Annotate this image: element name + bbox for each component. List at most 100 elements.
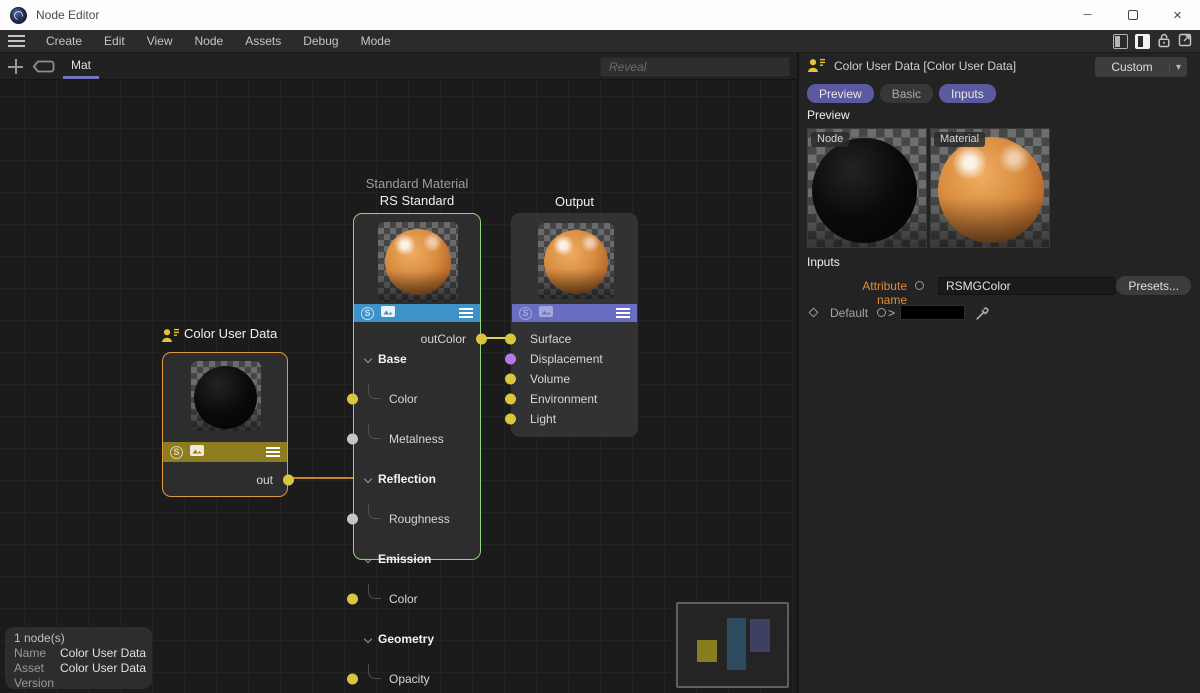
- image-icon[interactable]: [539, 306, 553, 320]
- port-ring-icon[interactable]: [915, 281, 924, 290]
- node-menu-icon[interactable]: [616, 308, 630, 318]
- input-port-environment[interactable]: [505, 394, 516, 405]
- port-label: Color: [389, 392, 418, 406]
- wire-out-to-emission-color[interactable]: [288, 477, 353, 479]
- menu-debug[interactable]: Debug: [292, 31, 349, 51]
- search-input[interactable]: [600, 57, 790, 77]
- tab-bar: Mat: [0, 53, 797, 80]
- node-rs-standard[interactable]: S outColor Base Color Metalness Reflecti…: [353, 213, 481, 560]
- expand-arrow-icon[interactable]: >: [888, 306, 895, 320]
- port-row-displacement: Displacement: [512, 349, 637, 369]
- solo-icon[interactable]: S: [361, 307, 374, 320]
- group-label: Geometry: [378, 632, 434, 646]
- inspector-title: Color User Data [Color User Data]: [834, 59, 1016, 73]
- image-icon[interactable]: [381, 306, 395, 320]
- input-port-roughness[interactable]: [347, 514, 358, 525]
- input-port-opacity[interactable]: [347, 674, 358, 685]
- port-row-out: out: [163, 470, 287, 490]
- node-bar-output: S: [512, 304, 637, 322]
- basic-toggle-button[interactable]: Basic: [880, 84, 933, 103]
- port-label: Environment: [530, 392, 597, 406]
- input-port-surface[interactable]: [505, 334, 516, 345]
- maximize-button[interactable]: [1110, 0, 1155, 30]
- attribute-name-input[interactable]: [938, 277, 1115, 295]
- attribute-name-label: Attribute name: [829, 279, 907, 307]
- node-output[interactable]: S Surface Displacement Volume Environmen…: [511, 213, 638, 437]
- info-label-version: Version: [14, 676, 60, 691]
- node-menu-icon[interactable]: [266, 447, 280, 457]
- port-label: Displacement: [530, 352, 603, 366]
- default-label: Default: [830, 306, 868, 320]
- preview-thumb-node: Node: [807, 128, 927, 248]
- maximize-icon: [1128, 10, 1138, 20]
- menu-edit[interactable]: Edit: [93, 31, 136, 51]
- group-row-reflection[interactable]: Reflection: [354, 469, 480, 489]
- port-row-opacity: Opacity: [354, 669, 480, 689]
- group-row-emission[interactable]: Emission: [354, 549, 480, 569]
- menu-mode[interactable]: Mode: [350, 31, 402, 51]
- input-port-volume[interactable]: [505, 374, 516, 385]
- node-thumbnail-black-sphere: [191, 361, 261, 431]
- app-logo-icon: [10, 7, 27, 24]
- mode-dropdown[interactable]: Custom ▾: [1095, 57, 1187, 77]
- port-label: Light: [530, 412, 556, 426]
- port-row-surface: Surface: [512, 329, 637, 349]
- input-port-emission-color[interactable]: [347, 594, 358, 605]
- menu-create[interactable]: Create: [35, 31, 93, 51]
- node-bar-rs-standard: S: [354, 304, 480, 322]
- output-port-out[interactable]: [283, 475, 294, 486]
- navigator-minimap[interactable]: [676, 602, 789, 688]
- toggle-left-panel-icon[interactable]: [1113, 34, 1128, 49]
- port-ring-icon[interactable]: [877, 308, 886, 317]
- popout-window-icon[interactable]: [1178, 33, 1192, 50]
- node-bar-color-user-data: S: [163, 442, 287, 462]
- diamond-icon[interactable]: [809, 308, 819, 318]
- menu-node[interactable]: Node: [184, 31, 235, 51]
- input-port-light[interactable]: [505, 414, 516, 425]
- input-port-metalness[interactable]: [347, 434, 358, 445]
- close-button[interactable]: ✕: [1155, 0, 1200, 30]
- solo-icon[interactable]: S: [519, 307, 532, 320]
- inputs-toggle-button[interactable]: Inputs: [939, 84, 996, 103]
- solo-icon[interactable]: S: [170, 446, 183, 459]
- port-row-roughness: Roughness: [354, 509, 480, 529]
- node-color-user-data[interactable]: S out: [162, 352, 288, 497]
- preview-thumb-material: Material: [930, 128, 1050, 248]
- node-title-color-user-data: Color User Data: [184, 326, 277, 341]
- eyedropper-icon[interactable]: [975, 305, 991, 324]
- minimize-button[interactable]: ─: [1065, 0, 1110, 30]
- group-row-base[interactable]: Base: [354, 349, 480, 369]
- presets-button[interactable]: Presets...: [1116, 276, 1191, 295]
- default-color-swatch[interactable]: [900, 305, 965, 320]
- output-port-outcolor[interactable]: [476, 334, 487, 345]
- preview-thumb-label: Material: [934, 132, 985, 147]
- port-row-environment: Environment: [512, 389, 637, 409]
- info-label-asset: Asset: [14, 661, 60, 676]
- port-row-emission-color: Color: [354, 589, 480, 609]
- title-bar: Node Editor ─ ✕: [0, 0, 1200, 30]
- preview-section-heading: Preview: [807, 108, 850, 122]
- group-row-geometry[interactable]: Geometry: [354, 629, 480, 649]
- menu-assets[interactable]: Assets: [234, 31, 292, 51]
- lock-icon[interactable]: [1157, 33, 1171, 51]
- material-tag-icon[interactable]: [32, 59, 55, 74]
- node-menu-icon[interactable]: [459, 308, 473, 318]
- minimap-node-rs-standard: [727, 618, 746, 670]
- attribute-inspector: Color User Data [Color User Data] Custom…: [797, 53, 1200, 693]
- menu-view[interactable]: View: [136, 31, 184, 51]
- port-label: Volume: [530, 372, 570, 386]
- info-value-name: Color User Data: [60, 646, 146, 661]
- preview-toggle-button[interactable]: Preview: [807, 84, 874, 103]
- input-port-displacement[interactable]: [505, 354, 516, 365]
- toggle-right-panel-icon[interactable]: [1135, 34, 1150, 49]
- tab-mat[interactable]: Mat: [63, 53, 99, 79]
- node-canvas[interactable]: Color User Data S out: [0, 80, 797, 693]
- hamburger-menu-icon[interactable]: [8, 35, 25, 47]
- input-port-color[interactable]: [347, 394, 358, 405]
- add-tab-icon[interactable]: [8, 59, 23, 74]
- node-thumbnail-orange-sphere: [538, 223, 614, 299]
- port-label: Roughness: [389, 512, 450, 526]
- info-value-asset: Color User Data: [60, 661, 146, 676]
- image-icon[interactable]: [190, 445, 204, 459]
- port-row-volume: Volume: [512, 369, 637, 389]
